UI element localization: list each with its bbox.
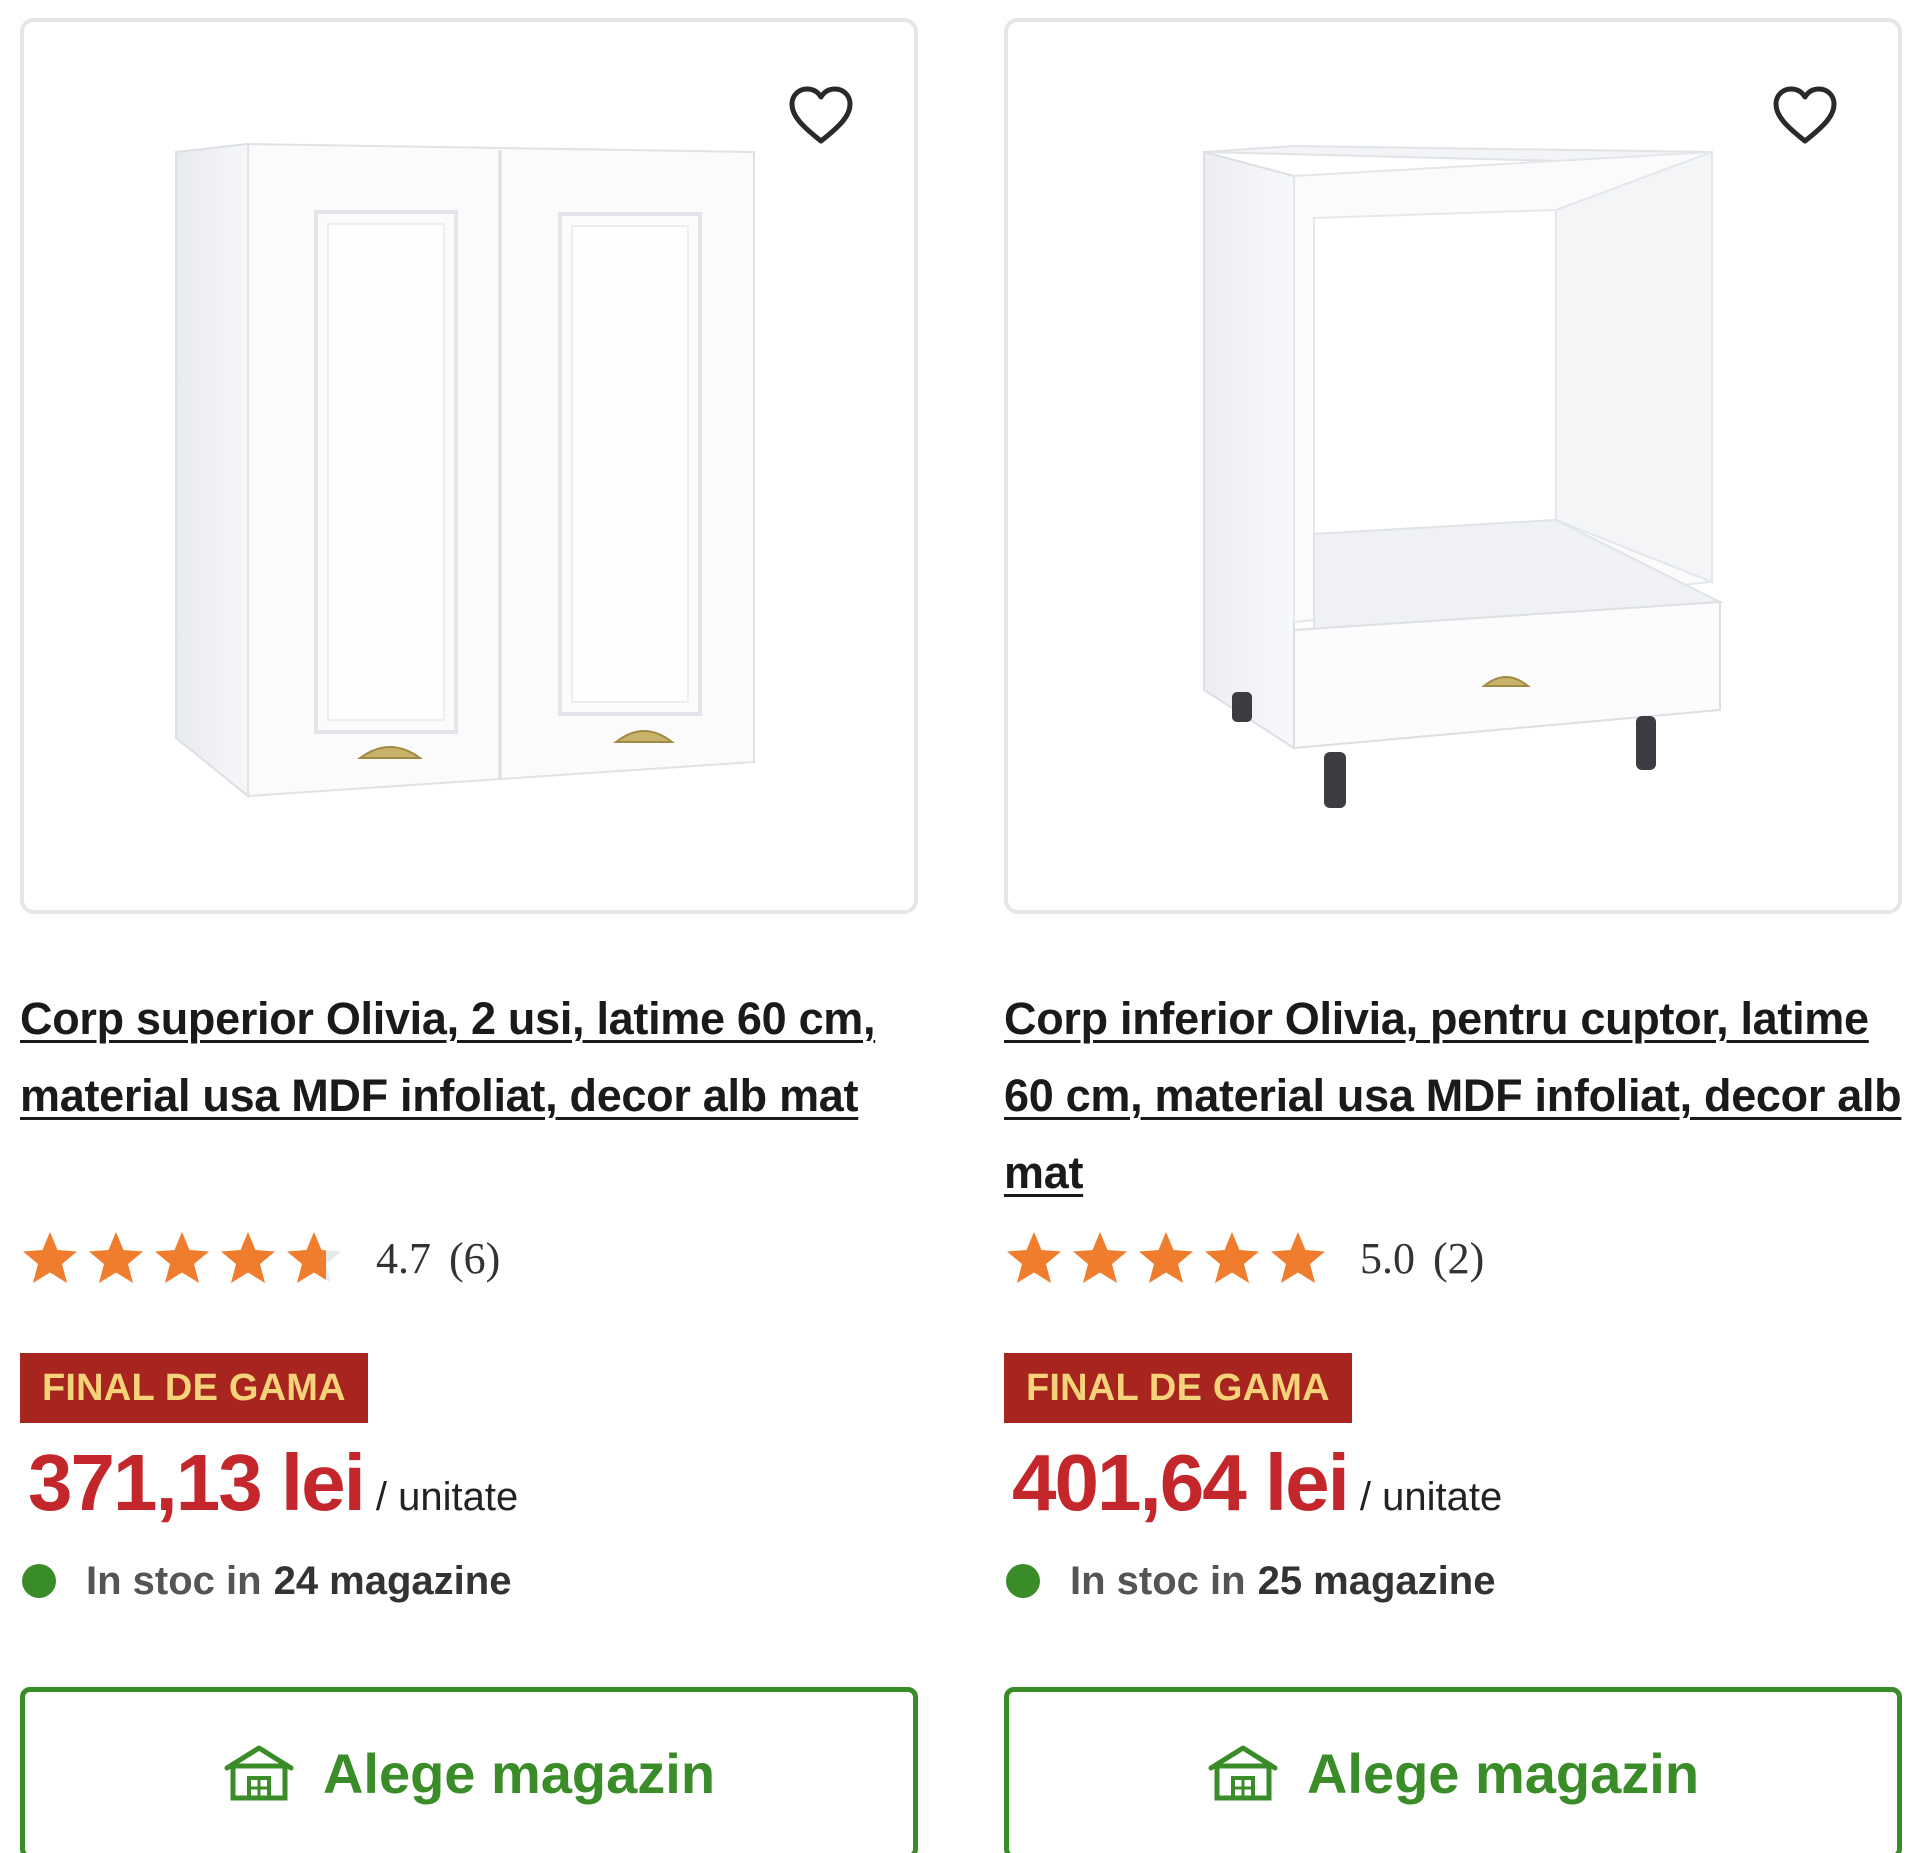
product-grid: Corp superior Olivia, 2 usi, latime 60 c… <box>0 0 1920 1853</box>
in-stock-dot-icon <box>22 1564 56 1598</box>
stock-status: In stoc in 24 magazine <box>20 1553 918 1609</box>
price-unit: / unitate <box>375 1475 519 1519</box>
price-row: 401,64 lei / unitate <box>1004 1437 1902 1529</box>
choose-store-label: Alege magazin <box>322 1741 716 1805</box>
rating: 4.7 (6) <box>20 1223 918 1293</box>
rating-stars <box>20 1229 350 1287</box>
product-image-box[interactable] <box>20 18 918 914</box>
star-icon <box>1139 1232 1193 1283</box>
rating-count[interactable]: (6) <box>449 1233 500 1284</box>
price: 401,64 lei <box>1012 1438 1350 1527</box>
star-icon <box>287 1232 341 1283</box>
star-icon <box>1007 1232 1061 1283</box>
rating: 5.0 (2) <box>1004 1223 1902 1293</box>
store-icon <box>1208 1745 1278 1801</box>
in-stock-dot-icon <box>1006 1564 1040 1598</box>
choose-store-button[interactable]: Alege magazin <box>20 1687 918 1853</box>
rating-stars <box>1004 1229 1334 1287</box>
rating-value: 4.7 <box>376 1233 431 1283</box>
star-icon <box>221 1232 275 1283</box>
product-image-box[interactable] <box>1004 18 1902 914</box>
product-card: Corp superior Olivia, 2 usi, latime 60 c… <box>20 18 918 1853</box>
product-image-oven-cabinet <box>1203 144 1724 808</box>
star-icon <box>1205 1232 1259 1283</box>
product-title-link[interactable]: Corp inferior Olivia, pentru cuptor, lat… <box>1004 980 1902 1211</box>
star-icon <box>1271 1232 1325 1283</box>
stock-prefix: In stoc in <box>1070 1558 1246 1603</box>
stock-prefix: In stoc in <box>86 1558 262 1603</box>
rating-value: 5.0 <box>1360 1233 1415 1283</box>
choose-store-button[interactable]: Alege magazin <box>1004 1687 1902 1853</box>
stock-count: 25 magazine <box>1257 1558 1496 1603</box>
final-de-gama-badge: FINAL DE GAMA <box>20 1353 368 1423</box>
stock-status: In stoc in 25 magazine <box>1004 1553 1902 1609</box>
star-icon <box>1073 1232 1127 1283</box>
product-title-link[interactable]: Corp superior Olivia, 2 usi, latime 60 c… <box>20 980 918 1211</box>
star-icon <box>155 1232 209 1283</box>
choose-store-label: Alege magazin <box>1306 1741 1700 1805</box>
final-de-gama-badge: FINAL DE GAMA <box>1004 1353 1352 1423</box>
star-icon <box>89 1232 143 1283</box>
price-unit: / unitate <box>1359 1475 1503 1519</box>
price: 371,13 lei <box>28 1438 366 1527</box>
store-icon <box>224 1745 294 1801</box>
heart-outline-icon[interactable] <box>788 86 854 146</box>
product-image-upper-cabinet <box>175 142 755 799</box>
star-icon <box>23 1232 77 1283</box>
rating-count[interactable]: (2) <box>1433 1233 1484 1284</box>
product-card: Corp inferior Olivia, pentru cuptor, lat… <box>1004 18 1902 1853</box>
price-row: 371,13 lei / unitate <box>20 1437 918 1529</box>
stock-count: 24 magazine <box>273 1558 512 1603</box>
heart-outline-icon[interactable] <box>1772 86 1838 146</box>
